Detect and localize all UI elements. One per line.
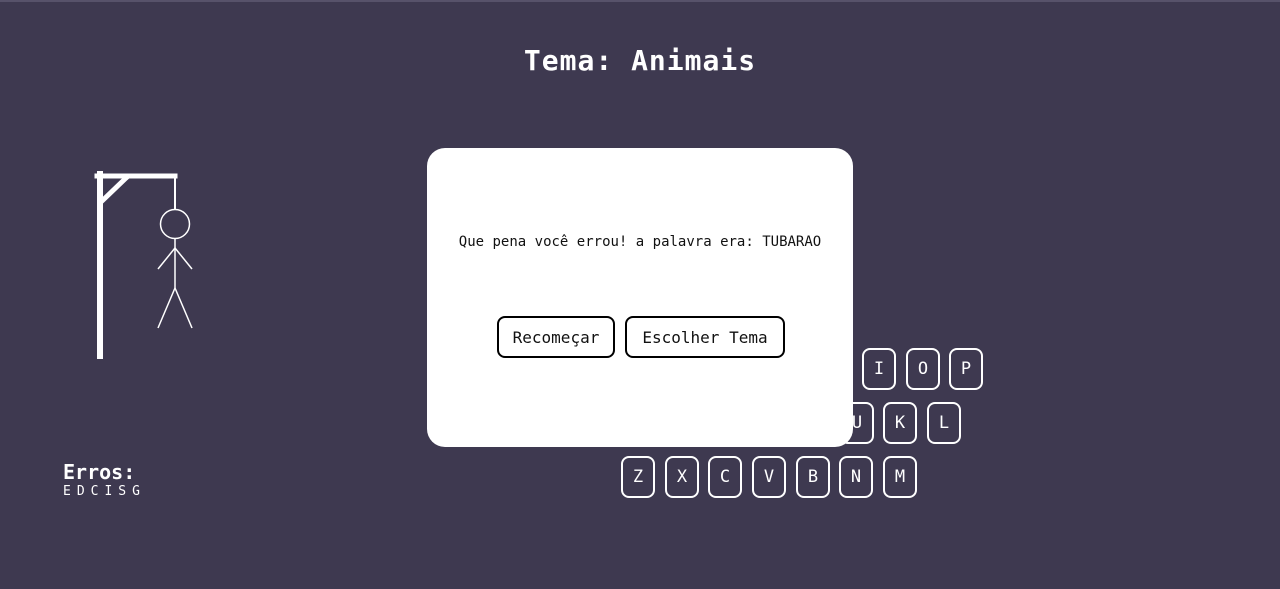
key-i[interactable]: I — [862, 348, 896, 390]
errors-label: Erros: — [63, 460, 136, 484]
key-v[interactable]: V — [752, 456, 786, 498]
hangman-drawing — [94, 171, 193, 359]
hangman-right-leg — [174, 287, 193, 329]
hangman-figure — [157, 208, 193, 329]
top-border — [0, 0, 1280, 2]
key-z[interactable]: Z — [621, 456, 655, 498]
game-over-modal: Que pena você errou! a palavra era: TUBA… — [427, 148, 853, 447]
key-c[interactable]: C — [708, 456, 742, 498]
key-x[interactable]: X — [665, 456, 699, 498]
key-b[interactable]: B — [796, 456, 830, 498]
modal-actions: Recomeçar Escolher Tema — [497, 316, 785, 358]
hangman-left-leg — [157, 287, 176, 329]
key-p[interactable]: P — [949, 348, 983, 390]
errors-panel: Erros: EDCISG — [63, 460, 146, 500]
hangman-right-arm — [174, 247, 193, 270]
hangman-left-arm — [157, 247, 176, 270]
key-m[interactable]: M — [883, 456, 917, 498]
hangman-head — [159, 208, 191, 240]
errors-letters: EDCISG — [63, 484, 146, 499]
choose-theme-button[interactable]: Escolher Tema — [625, 316, 785, 358]
key-o[interactable]: O — [906, 348, 940, 390]
key-n[interactable]: N — [839, 456, 873, 498]
key-k[interactable]: K — [883, 402, 917, 444]
key-l[interactable]: L — [927, 402, 961, 444]
page-title: Tema: Animais — [523, 44, 757, 77]
gallows — [94, 171, 178, 359]
restart-button[interactable]: Recomeçar — [497, 316, 615, 358]
game-over-message: Que pena você errou! a palavra era: TUBA… — [458, 234, 822, 250]
